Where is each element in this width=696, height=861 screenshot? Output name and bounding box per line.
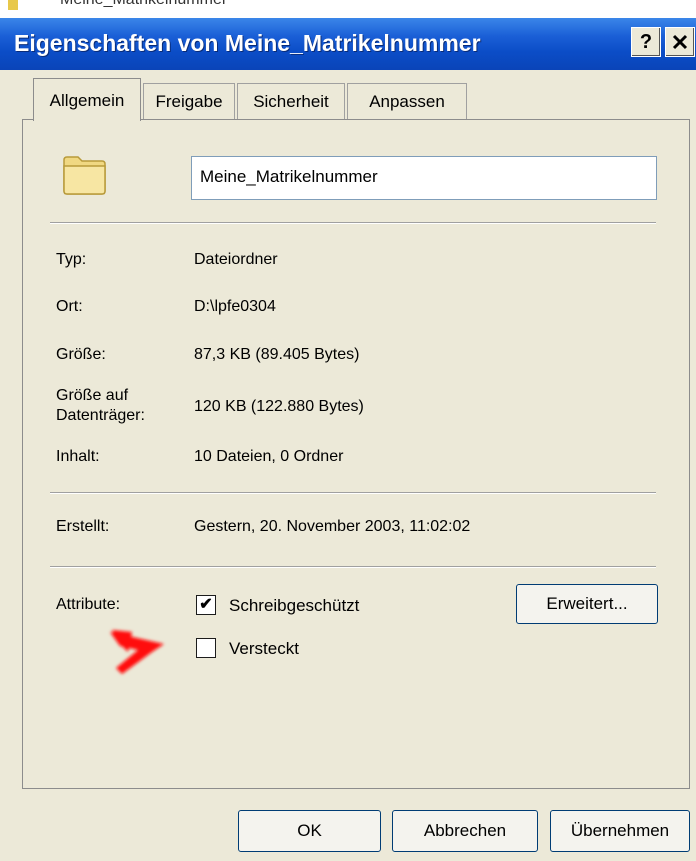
background-window-fragment: Meine_Matrikelnummer	[0, 0, 696, 18]
tab-general[interactable]: Allgemein	[33, 78, 141, 121]
contents-value: 10 Dateien, 0 Ordner	[194, 448, 344, 465]
close-button[interactable]	[665, 27, 695, 57]
created-value: Gestern, 20. November 2003, 11:02:02	[194, 518, 471, 535]
help-button[interactable]: ?	[631, 27, 661, 57]
separator	[50, 566, 656, 568]
background-window-title: Meine_Matrikelnummer	[60, 0, 227, 9]
tab-sharing[interactable]: Freigabe	[143, 83, 235, 119]
size-on-disk-value: 120 KB (122.880 Bytes)	[194, 398, 364, 415]
tab-security[interactable]: Sicherheit	[237, 83, 345, 119]
advanced-button[interactable]: Erweitert...	[516, 584, 658, 624]
attributes-label: Attribute:	[56, 596, 121, 613]
tab-customize[interactable]: Anpassen	[347, 83, 467, 119]
folder-icon	[63, 156, 106, 195]
folder-name-input[interactable]: Meine_Matrikelnummer	[191, 156, 657, 200]
ok-button[interactable]: OK	[238, 810, 381, 852]
readonly-label[interactable]: Schreibgeschützt	[229, 596, 359, 616]
hidden-checkbox[interactable]	[196, 638, 216, 658]
type-value: Dateiordner	[194, 251, 278, 268]
type-label: Typ:	[56, 251, 87, 268]
red-arrow-icon	[110, 630, 164, 674]
title-bar[interactable]: Eigenschaften von Meine_Matrikelnummer ?	[0, 18, 696, 70]
hidden-label[interactable]: Versteckt	[229, 639, 299, 659]
size-value: 87,3 KB (89.405 Bytes)	[194, 346, 360, 363]
background-folder-icon	[8, 0, 18, 10]
apply-button[interactable]: Übernehmen	[550, 810, 690, 852]
location-label: Ort:	[56, 298, 83, 315]
size-on-disk-label: Größe auf Datenträger:	[56, 386, 145, 426]
contents-label: Inhalt:	[56, 448, 100, 465]
created-label: Erstellt:	[56, 518, 110, 535]
cancel-button[interactable]: Abbrechen	[392, 810, 538, 852]
size-label: Größe:	[56, 346, 106, 363]
size-on-disk-label-line1: Größe auf	[56, 387, 129, 404]
window-title: Eigenschaften von Meine_Matrikelnummer	[14, 30, 481, 56]
size-on-disk-label-line2: Datenträger:	[56, 407, 145, 424]
close-icon	[672, 34, 688, 50]
location-value: D:\lpfe0304	[194, 298, 276, 315]
separator	[50, 222, 656, 224]
separator	[50, 492, 656, 494]
readonly-checkbox[interactable]: ✔	[196, 595, 216, 615]
tab-panel-general	[22, 119, 690, 789]
